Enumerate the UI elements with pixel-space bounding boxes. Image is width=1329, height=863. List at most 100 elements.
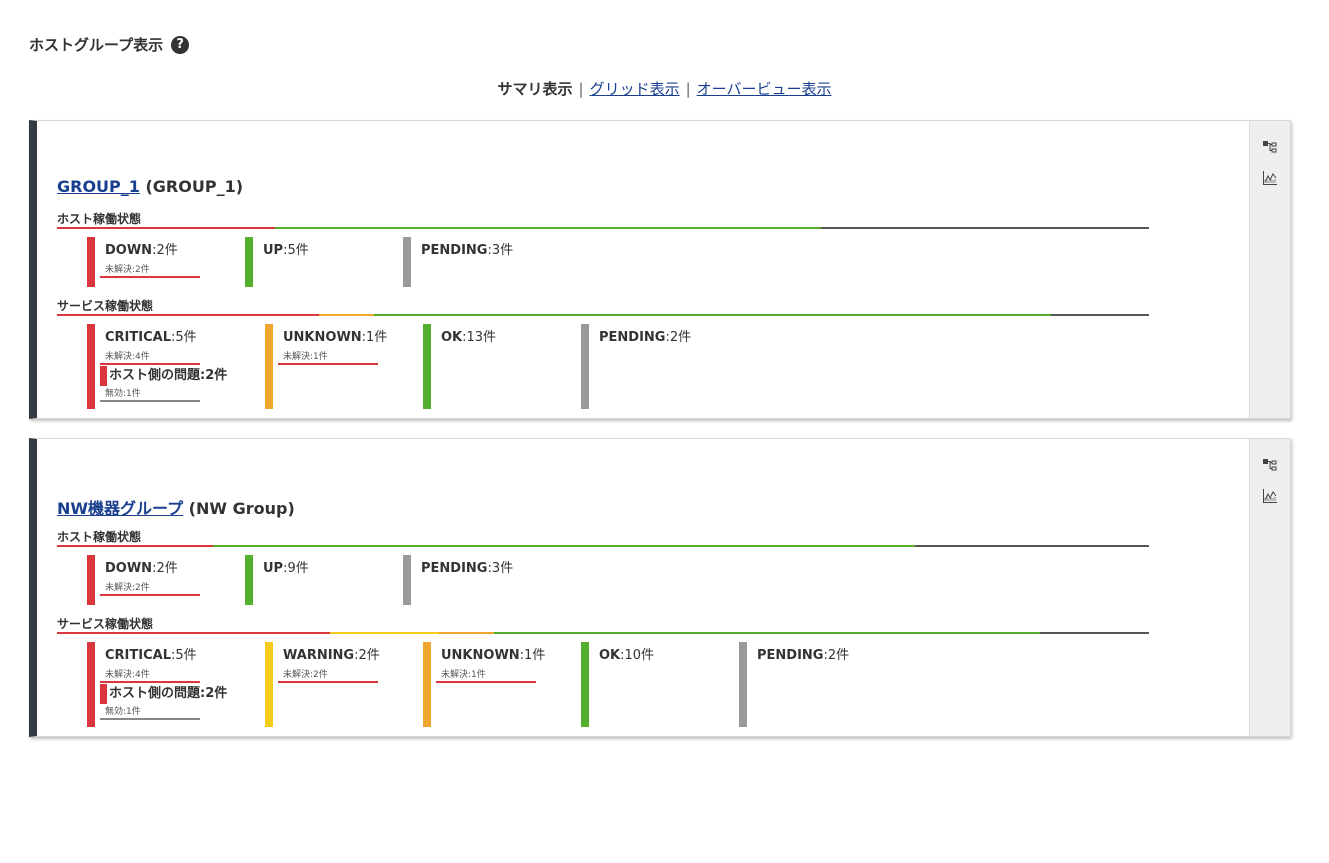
group-heading: NW機器グループ (NW Group) bbox=[57, 495, 295, 519]
hostmap-icon[interactable] bbox=[1262, 457, 1278, 473]
host-tile-up[interactable]: UP:9件 bbox=[245, 555, 395, 605]
service-tile-critical[interactable]: CRITICAL:5件 未解決:4件 ホスト側の問題:2件 無効:1件 bbox=[87, 324, 237, 409]
card-side-panel bbox=[1249, 439, 1290, 736]
tile-count: :3件 bbox=[487, 243, 514, 258]
graph-icon[interactable] bbox=[1262, 170, 1278, 186]
bar-segment-down bbox=[57, 227, 276, 229]
summary-view-current: サマリ表示 bbox=[497, 80, 573, 98]
unresolved-count[interactable]: 未解決:2件 bbox=[100, 264, 200, 278]
tile-count: :5件 bbox=[170, 330, 197, 345]
host-problem-count[interactable]: ホスト側の問題:2件 bbox=[100, 366, 240, 386]
card-side-panel bbox=[1249, 121, 1290, 418]
host-status-label: ホスト稼働状態 bbox=[57, 212, 142, 226]
group-alias: (NW Group) bbox=[188, 499, 295, 518]
bar-segment-critical bbox=[57, 632, 330, 634]
service-status-bar bbox=[57, 632, 1149, 634]
host-tile-down[interactable]: DOWN:2件 未解決:2件 bbox=[87, 237, 237, 287]
group-heading: GROUP_1 (GROUP_1) bbox=[57, 177, 243, 196]
graph-icon[interactable] bbox=[1262, 488, 1278, 504]
host-tile-down[interactable]: DOWN:2件 未解決:2件 bbox=[87, 555, 237, 605]
tile-status: OK bbox=[441, 330, 463, 345]
host-status-label: ホスト稼働状態 bbox=[57, 530, 142, 544]
tile-status: UP bbox=[263, 243, 284, 258]
bar-segment-ok bbox=[373, 314, 1051, 316]
bar-segment-unknown bbox=[319, 314, 374, 316]
tile-count: :2件 bbox=[152, 561, 178, 576]
tile-count: :10件 bbox=[620, 648, 655, 663]
unresolved-count[interactable]: 未解決:1件 bbox=[278, 351, 378, 365]
host-status-bar bbox=[57, 545, 1149, 547]
service-tile-ok[interactable]: OK:13件 bbox=[423, 324, 573, 409]
tile-status: PENDING bbox=[757, 648, 824, 663]
tile-count: :13件 bbox=[462, 330, 497, 345]
unresolved-count[interactable]: 未解決:2件 bbox=[100, 582, 200, 596]
view-switch: サマリ表示 | グリッド表示 | オーバービュー表示 bbox=[0, 78, 1329, 99]
service-tile-critical[interactable]: CRITICAL:5件 未解決:4件 ホスト側の問題:2件 無効:1件 bbox=[87, 642, 237, 727]
tile-count: :2件 bbox=[823, 648, 850, 663]
host-tile-pending[interactable]: PENDING:3件 bbox=[403, 555, 553, 605]
unresolved-count[interactable]: 未解決:4件 bbox=[100, 669, 200, 683]
bar-segment-pending bbox=[915, 545, 1149, 547]
tile-status: PENDING bbox=[421, 243, 488, 258]
tile-count: :1件 bbox=[519, 648, 546, 663]
tile-status: WARNING bbox=[283, 648, 355, 663]
bar-segment-down bbox=[57, 545, 214, 547]
tile-count: :2件 bbox=[152, 243, 178, 258]
tile-count: :5件 bbox=[283, 243, 309, 258]
group-card-group-1: GROUP_1 (GROUP_1) ホスト稼働状態 DOWN:2件 未解決:2件… bbox=[29, 120, 1291, 419]
service-tile-pending[interactable]: PENDING:2件 bbox=[739, 642, 889, 727]
tile-status: PENDING bbox=[421, 561, 488, 576]
group-name-link[interactable]: GROUP_1 bbox=[57, 177, 140, 196]
page-title: ホストグループ表示 ? bbox=[29, 34, 190, 55]
overview-view-link[interactable]: オーバービュー表示 bbox=[697, 80, 832, 98]
tile-status: DOWN bbox=[105, 561, 153, 576]
service-tile-warning[interactable]: WARNING:2件 未解決:2件 bbox=[265, 642, 415, 727]
host-status-bar bbox=[57, 227, 1149, 229]
tile-status: CRITICAL bbox=[105, 648, 171, 663]
tile-status: OK bbox=[599, 648, 621, 663]
bar-segment-up bbox=[213, 545, 916, 547]
hostmap-icon[interactable] bbox=[1262, 139, 1278, 155]
separator: | bbox=[685, 80, 691, 98]
tile-status: UNKNOWN bbox=[441, 648, 520, 663]
service-tile-pending[interactable]: PENDING:2件 bbox=[581, 324, 731, 409]
grid-view-link[interactable]: グリッド表示 bbox=[590, 80, 680, 98]
disabled-count[interactable]: 無効:1件 bbox=[100, 388, 200, 402]
unresolved-count[interactable]: 未解決:4件 bbox=[100, 351, 200, 365]
host-problem-count[interactable]: ホスト側の問題:2件 bbox=[100, 684, 240, 704]
tile-status: UNKNOWN bbox=[283, 330, 362, 345]
bar-segment-pending bbox=[1050, 314, 1149, 316]
host-tile-pending[interactable]: PENDING:3件 bbox=[403, 237, 553, 287]
bar-segment-warning bbox=[330, 632, 440, 634]
separator: | bbox=[578, 80, 584, 98]
group-card-nw-group: NW機器グループ (NW Group) ホスト稼働状態 DOWN:2件 未解決:… bbox=[29, 438, 1291, 737]
tile-count: :2件 bbox=[665, 330, 692, 345]
bar-segment-ok bbox=[493, 632, 1040, 634]
tile-count: :9件 bbox=[283, 561, 309, 576]
service-status-label: サービス稼働状態 bbox=[57, 299, 154, 313]
unresolved-count[interactable]: 未解決:2件 bbox=[278, 669, 378, 683]
tile-count: :1件 bbox=[361, 330, 388, 345]
tile-status: DOWN bbox=[105, 243, 153, 258]
tile-count: :5件 bbox=[170, 648, 197, 663]
disabled-count[interactable]: 無効:1件 bbox=[100, 706, 200, 720]
tile-count: :2件 bbox=[354, 648, 380, 663]
service-tile-unknown[interactable]: UNKNOWN:1件 未解決:1件 bbox=[265, 324, 415, 409]
tile-status: UP bbox=[263, 561, 284, 576]
tile-status: CRITICAL bbox=[105, 330, 171, 345]
service-status-label: サービス稼働状態 bbox=[57, 617, 154, 631]
bar-segment-pending bbox=[1039, 632, 1149, 634]
bar-segment-unknown bbox=[439, 632, 494, 634]
bar-segment-up bbox=[275, 227, 822, 229]
bar-segment-pending bbox=[821, 227, 1149, 229]
host-tile-up[interactable]: UP:5件 bbox=[245, 237, 395, 287]
tile-count: :3件 bbox=[487, 561, 514, 576]
service-status-bar bbox=[57, 314, 1149, 316]
help-icon[interactable]: ? bbox=[171, 35, 190, 54]
service-tile-ok[interactable]: OK:10件 bbox=[581, 642, 731, 727]
unresolved-count[interactable]: 未解決:1件 bbox=[436, 669, 536, 683]
group-alias: (GROUP_1) bbox=[145, 177, 244, 196]
service-tile-unknown[interactable]: UNKNOWN:1件 未解決:1件 bbox=[423, 642, 573, 727]
tile-status: PENDING bbox=[599, 330, 666, 345]
group-name-link[interactable]: NW機器グループ bbox=[57, 499, 183, 518]
